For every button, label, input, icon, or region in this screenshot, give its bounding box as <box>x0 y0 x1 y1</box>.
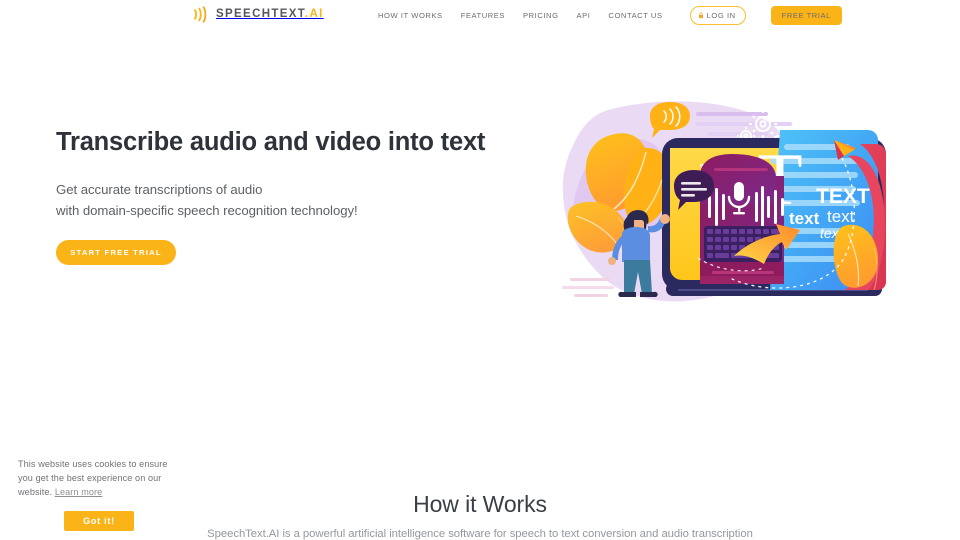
site-header: SPEECHTEXT.AI HOW IT WORKS FEATURES PRIC… <box>0 0 960 30</box>
logo[interactable]: SPEECHTEXT.AI <box>193 6 324 23</box>
hero-subtitle-line-1: Get accurate transcriptions of audio <box>56 182 263 197</box>
cookie-banner-text: This website uses cookies to ensure you … <box>18 458 180 499</box>
login-button-label: LOG IN <box>706 10 736 20</box>
decorative-lines-bottom <box>562 278 614 297</box>
login-button[interactable]: LOG IN <box>689 5 746 25</box>
page-title: Transcribe audio and video into text <box>56 128 486 156</box>
text-regular-glyph: text <box>827 207 855 226</box>
landing-page: SPEECHTEXT.AI HOW IT WORKS FEATURES PRIC… <box>0 0 960 540</box>
logo-suffix: .AI <box>304 7 324 20</box>
text-caps-glyph: TEXT <box>816 185 870 208</box>
logo-text: SPEECHTEXT.AI <box>216 7 324 21</box>
text-bold-glyph: text <box>789 209 820 228</box>
soundwave-icon <box>194 6 207 23</box>
cookie-consent-banner: This website uses cookies to ensure you … <box>0 443 196 540</box>
cookie-learn-more-link[interactable]: Learn more <box>55 487 103 497</box>
nav-item-pricing[interactable]: PRICING <box>523 11 559 20</box>
cookie-accept-button[interactable]: Got it! <box>64 511 134 532</box>
start-free-trial-button[interactable]: START FREE TRIAL <box>56 240 176 265</box>
nav-item-how-it-works[interactable]: HOW IT WORKS <box>378 11 443 20</box>
hero-subtitle: Get accurate transcriptions of audio wit… <box>56 179 358 222</box>
logo-name: SPEECHTEXT <box>216 7 305 20</box>
lock-icon <box>698 12 703 18</box>
hero-subtitle-line-2: with domain-specific speech recognition … <box>56 203 358 219</box>
free-trial-button[interactable]: FREE TRIAL <box>770 5 842 25</box>
recorder-card <box>700 154 784 284</box>
nav-item-api[interactable]: API <box>577 11 591 20</box>
nav-item-features[interactable]: FEATURES <box>461 11 505 20</box>
main-navigation: HOW IT WORKS FEATURES PRICING API CONTAC… <box>378 0 842 30</box>
speech-to-text-illustration: T TEXT text text text <box>562 101 886 302</box>
nav-item-contact-us[interactable]: CONTACT US <box>608 11 662 20</box>
